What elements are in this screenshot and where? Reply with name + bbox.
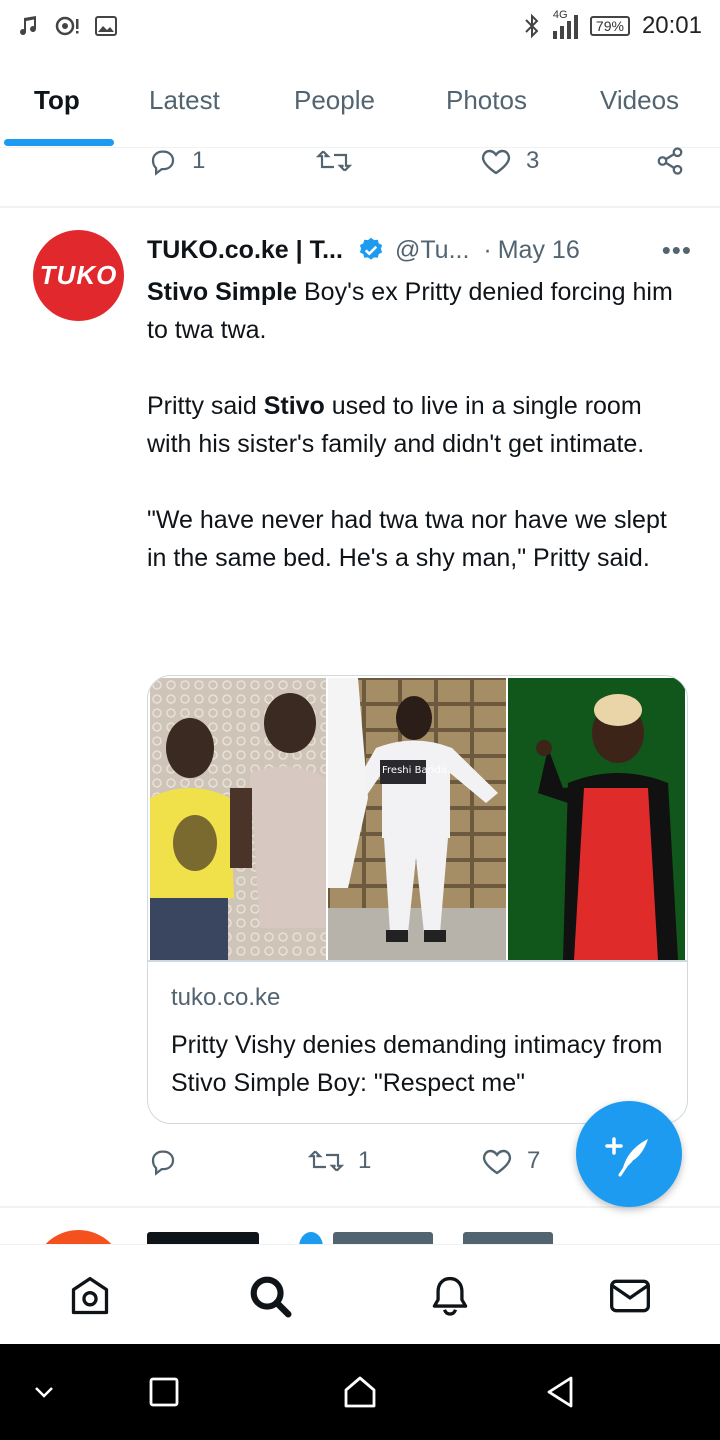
search-tabs: Top Latest People Photos Videos (0, 52, 720, 148)
tab-top[interactable]: Top (34, 52, 80, 148)
bottom-navigation (0, 1244, 720, 1344)
tweet-text: Stivo Simple Boy's ex Pritty denied forc… (147, 273, 692, 615)
tweet-divider (0, 1206, 720, 1208)
chevron-down-icon (35, 1387, 53, 1398)
image-notification-icon (95, 16, 117, 36)
music-icon (20, 16, 37, 36)
like-button[interactable]: 7 (481, 1146, 540, 1176)
recents-icon (149, 1377, 179, 1407)
retweet-icon (308, 1150, 344, 1172)
battery-indicator: 79% (589, 16, 630, 36)
tweet-bold-text: Stivo (263, 392, 325, 420)
tweet-paragraph: Stivo Simple Boy's ex Pritty denied forc… (147, 273, 692, 349)
system-navigation-bar (0, 1344, 720, 1440)
author-handle[interactable]: @Tu... (395, 236, 469, 265)
like-count: 3 (526, 147, 540, 174)
tab-videos[interactable]: Videos (600, 52, 679, 148)
messages-icon (610, 1279, 650, 1313)
reply-count: 1 (192, 147, 206, 174)
retweet-button[interactable]: 1 (308, 1146, 371, 1176)
card-image-collage: Freshi Barida. (150, 678, 685, 960)
card-image-couple (150, 678, 326, 960)
retweet-button[interactable] (316, 146, 366, 176)
card-image-woman (508, 678, 685, 960)
card-image-man: Freshi Barida. (328, 678, 506, 960)
like-count: 7 (527, 1147, 541, 1174)
status-left (18, 14, 118, 38)
system-back-button[interactable] (540, 1372, 580, 1412)
tab-latest[interactable]: Latest (149, 52, 220, 148)
like-button[interactable]: 3 (480, 146, 539, 176)
tweet-date[interactable]: May 16 (498, 236, 580, 265)
clock: 20:01 (641, 12, 702, 39)
signal-bar (552, 31, 557, 39)
retweet-count: 1 (358, 1147, 372, 1174)
search-icon (250, 1276, 292, 1318)
tweet-text-span: Pritty said (147, 392, 264, 420)
tab-people[interactable]: People (294, 52, 375, 148)
nav-home-button[interactable] (67, 1273, 113, 1319)
card-title: Pritty Vishy denies demanding intimacy f… (171, 1031, 663, 1097)
reply-icon (151, 150, 175, 176)
signal-bar (566, 21, 571, 39)
tweet-header: TUKO.co.ke | T... @Tu... · May 16 ••• (147, 232, 692, 268)
active-tab-indicator (4, 139, 114, 146)
home-icon (71, 1276, 109, 1315)
signal-indicator: 4G (552, 9, 578, 39)
hide-nav-button[interactable] (24, 1372, 64, 1412)
tweet-divider (0, 206, 720, 208)
status-right: 4G 79% 20:01 (523, 9, 702, 40)
share-button[interactable] (654, 146, 686, 176)
tweet-paragraph: Pritty said Stivo used to live in a sing… (147, 387, 692, 463)
reply-button[interactable]: 1 (148, 146, 205, 176)
bluetooth-icon (525, 13, 539, 39)
retweet-icon (316, 150, 352, 172)
nav-notifications-button[interactable] (427, 1273, 473, 1319)
system-home-button[interactable] (340, 1372, 380, 1412)
media-notification-icon (55, 16, 79, 36)
heart-icon (481, 149, 511, 175)
share-icon (657, 147, 683, 175)
heart-icon (482, 1149, 512, 1175)
nav-search-button[interactable] (247, 1273, 293, 1319)
compose-tweet-button[interactable] (576, 1101, 682, 1207)
nav-messages-button[interactable] (607, 1273, 653, 1319)
tab-photos[interactable]: Photos (446, 52, 527, 148)
previous-tweet-actions: 1 3 (0, 146, 720, 186)
compose-icon (605, 1137, 648, 1177)
back-icon (547, 1376, 573, 1408)
tweet-bold-text: Stivo Simple (147, 278, 298, 306)
link-card[interactable]: Freshi Barida. tuko.co.ke Pritty Vishy d… (147, 675, 688, 1124)
reply-icon (151, 1150, 175, 1176)
card-domain: tuko.co.ke (171, 984, 281, 1011)
battery-level: 79% (595, 18, 624, 34)
network-type: 4G (552, 9, 568, 21)
recents-button[interactable] (144, 1372, 184, 1412)
home-outline-icon (344, 1376, 376, 1408)
signal-bar (573, 15, 578, 39)
status-bar: 4G 79% 20:01 (0, 0, 720, 52)
more-options-button[interactable]: ••• (662, 235, 692, 266)
tweet-paragraph: "We have never had twa twa nor have we s… (147, 506, 667, 572)
reply-button[interactable] (148, 1146, 192, 1176)
author-name[interactable]: TUKO.co.ke | T... (147, 236, 343, 265)
card-image-divider (148, 960, 687, 962)
card-image-caption: Freshi Barida. (382, 765, 450, 776)
avatar[interactable]: TUKO (33, 230, 124, 321)
notifications-icon (432, 1276, 468, 1316)
signal-bar (559, 26, 564, 39)
verified-badge-icon (359, 237, 383, 260)
header-separator: · (483, 235, 492, 264)
